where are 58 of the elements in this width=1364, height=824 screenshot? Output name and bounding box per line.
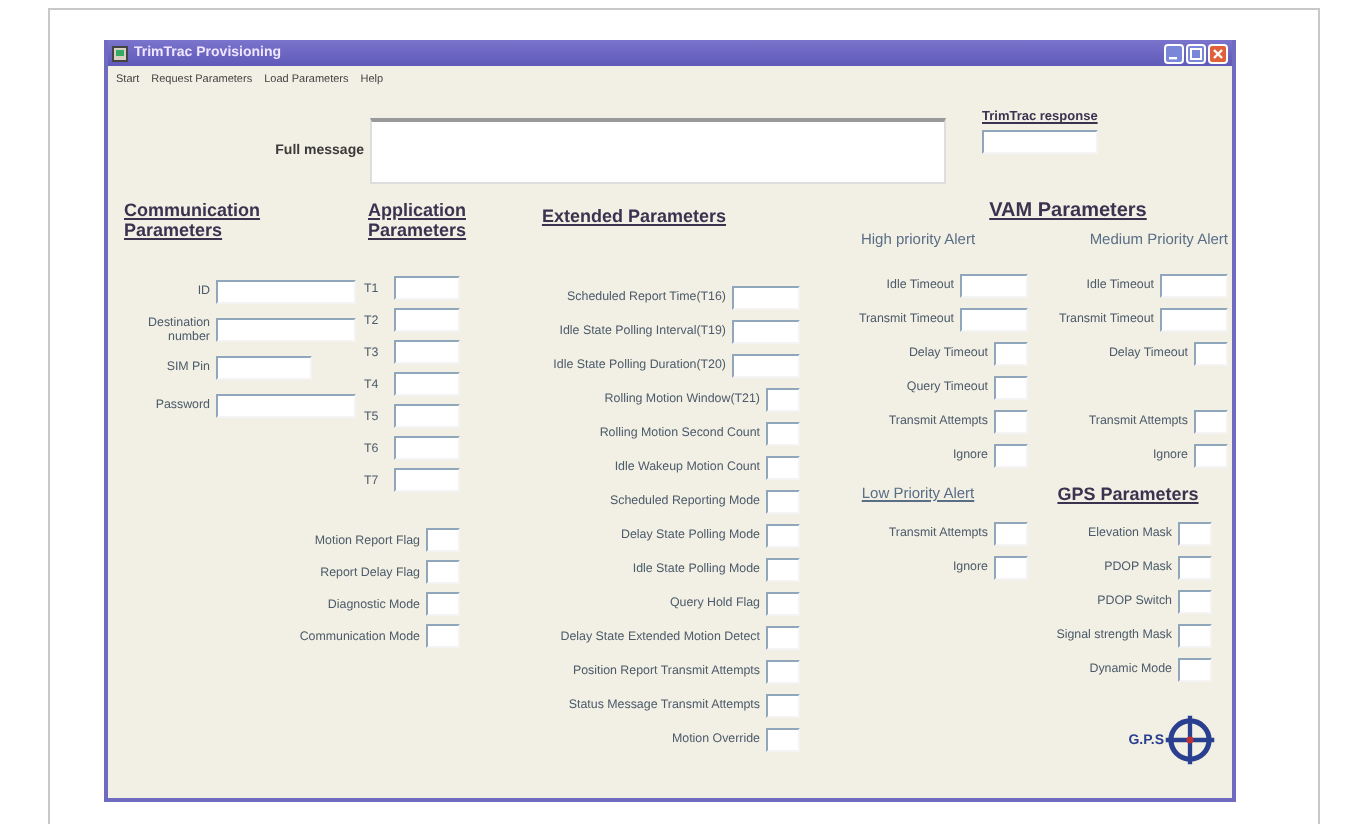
input-field[interactable]	[766, 387, 800, 411]
input-field[interactable]	[766, 625, 800, 649]
input-field[interactable]	[216, 355, 312, 379]
input-field[interactable]	[394, 276, 460, 300]
input-field[interactable]	[766, 557, 800, 581]
input-field[interactable]	[994, 555, 1028, 579]
input-field[interactable]	[994, 521, 1028, 545]
input-field[interactable]	[394, 468, 460, 492]
maximize-icon[interactable]	[1186, 43, 1206, 63]
input-field[interactable]	[394, 436, 460, 460]
input-field[interactable]	[426, 528, 460, 552]
input-field[interactable]	[766, 591, 800, 615]
input-field[interactable]	[1178, 521, 1212, 545]
section-heading: Communication Parameters	[124, 200, 263, 240]
input-field[interactable]	[216, 317, 356, 341]
input-field[interactable]	[1160, 273, 1228, 297]
input-field[interactable]	[394, 404, 460, 428]
input-field[interactable]	[766, 693, 800, 717]
input-field[interactable]	[426, 624, 460, 648]
input-field[interactable]	[426, 592, 460, 616]
input-field[interactable]	[1194, 341, 1228, 365]
input-field[interactable]	[1178, 623, 1212, 647]
input-field[interactable]	[216, 279, 356, 303]
input-field[interactable]	[960, 273, 1028, 297]
input-field[interactable]	[766, 455, 800, 479]
message-field[interactable]	[370, 117, 946, 183]
section-heading: GPS Parameters	[1057, 484, 1199, 508]
input-field[interactable]	[1178, 657, 1212, 681]
input-field[interactable]	[994, 375, 1028, 399]
section-heading: VAM Parameters	[989, 200, 1147, 226]
input-field[interactable]	[960, 307, 1028, 331]
input-field[interactable]	[394, 308, 460, 332]
input-field[interactable]	[732, 285, 800, 309]
section-heading: Extended Parameters	[541, 206, 727, 230]
app-icon	[112, 45, 128, 61]
minimize-icon[interactable]	[1164, 43, 1184, 63]
input-field[interactable]	[426, 560, 460, 584]
input-field[interactable]	[1178, 589, 1212, 613]
input-field[interactable]	[766, 421, 800, 445]
input-field[interactable]	[1178, 555, 1212, 579]
input-field[interactable]	[994, 409, 1028, 433]
input-field[interactable]	[1194, 443, 1228, 467]
input-field[interactable]	[1194, 409, 1228, 433]
input-field[interactable]	[216, 393, 356, 417]
input-field[interactable]	[394, 372, 460, 396]
input-field[interactable]	[732, 319, 800, 343]
input-field[interactable]	[732, 353, 800, 377]
close-icon[interactable]	[1208, 43, 1228, 63]
input-field[interactable]	[766, 489, 800, 513]
input-field[interactable]	[994, 341, 1028, 365]
input-field[interactable]	[994, 443, 1028, 467]
input-field[interactable]	[1160, 307, 1228, 331]
input-field[interactable]	[766, 727, 800, 751]
section-heading: Application Parameters	[368, 200, 468, 240]
input-field[interactable]	[766, 523, 800, 547]
response-field[interactable]	[982, 130, 1098, 154]
input-field[interactable]	[766, 659, 800, 683]
input-field[interactable]	[394, 340, 460, 364]
